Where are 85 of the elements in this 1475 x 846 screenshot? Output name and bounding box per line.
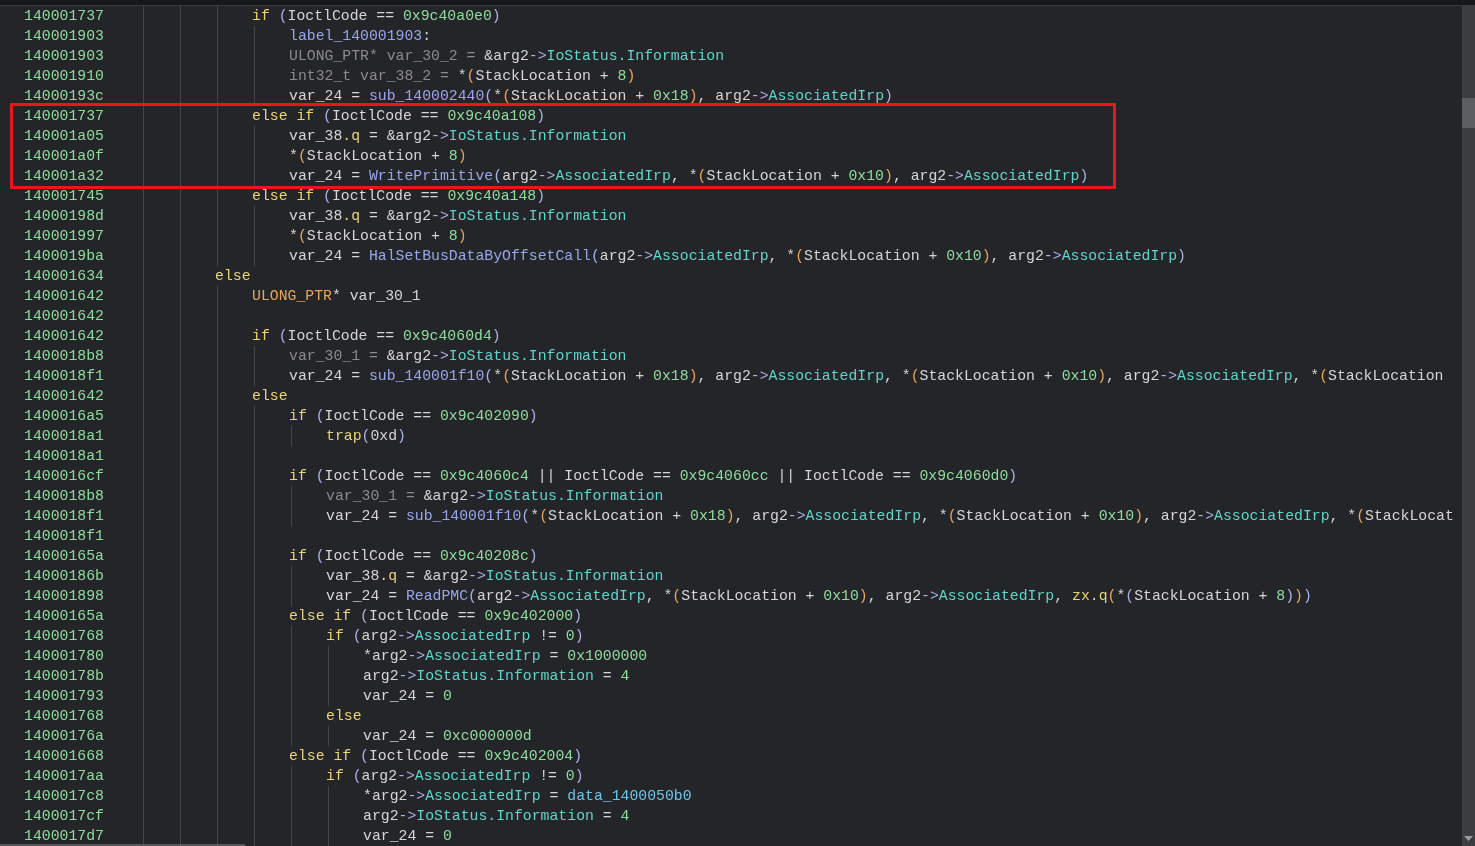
line-address: 140001737 — [23, 8, 105, 24]
code-line: *(StackLocation + 8) — [289, 227, 467, 246]
line-address: 140001745 — [23, 188, 105, 204]
line-address: 1400017d7 — [23, 828, 105, 844]
code-line: if (IoctlCode == 0x9c40a0e0) — [252, 7, 501, 26]
line-address: 14000193c — [23, 88, 105, 104]
line-address: 140001768 — [23, 628, 105, 644]
scrollbar-thumb[interactable] — [1462, 98, 1475, 128]
line-address: 1400016cf — [23, 468, 105, 484]
code-line: *(StackLocation + 8) — [289, 147, 467, 166]
code-line: var_24 = 0xc000000d — [363, 727, 532, 746]
code-line: if (IoctlCode == 0x9c40208c) — [289, 547, 538, 566]
code-line: else if (IoctlCode == 0x9c40a108) — [252, 107, 546, 126]
code-line: else if (IoctlCode == 0x9c40a148) — [252, 187, 546, 206]
code-line: if (arg2->AssociatedIrp != 0) — [326, 767, 584, 786]
code-line: if (arg2->AssociatedIrp != 0) — [326, 627, 584, 646]
line-address: 14000165a — [23, 548, 105, 564]
code-line: int32_t var_38_2 = *(StackLocation + 8) — [289, 67, 636, 86]
line-address: 1400019ba — [23, 248, 105, 264]
code-line: ULONG_PTR* var_30_2 = &arg2->IoStatus.Information — [289, 47, 725, 66]
line-address: 140001642 — [23, 328, 105, 344]
code-line: label_140001903: — [289, 27, 432, 46]
code-line: else if (IoctlCode == 0x9c402000) — [289, 607, 583, 626]
code-line: if (IoctlCode == 0x9c4060c4 || IoctlCode == 0x9c4060cc || IoctlCode == 0x9c4060d0) — [289, 467, 1018, 486]
line-address: 1400018f1 — [23, 508, 105, 524]
line-address: 14000165a — [23, 608, 105, 624]
line-address: 140001642 — [23, 308, 105, 324]
line-address: 140001737 — [23, 108, 105, 124]
code-line: var_24 = HalSetBusDataByOffsetCall(arg2->AssociatedIrp, *(StackLocation + 0x10), arg2->AssociatedIrp) — [289, 247, 1186, 266]
code-line: else if (IoctlCode == 0x9c402004) — [289, 747, 583, 766]
code-line: var_38.q = &arg2->IoStatus.Information — [289, 207, 627, 226]
code-line: arg2->IoStatus.Information = 4 — [363, 667, 630, 686]
line-address: 140001634 — [23, 268, 105, 284]
line-address: 1400018f1 — [23, 368, 105, 384]
line-address: 140001903 — [23, 28, 105, 44]
line-address: 140001997 — [23, 228, 105, 244]
code-line: *arg2->AssociatedIrp = 0x1000000 — [363, 647, 648, 666]
code-line: if (IoctlCode == 0x9c402090) — [289, 407, 538, 426]
code-line: else — [252, 387, 288, 406]
code-line: if (IoctlCode == 0x9c4060d4) — [252, 327, 501, 346]
line-address: 140001793 — [23, 688, 105, 704]
line-address: 140001a05 — [23, 128, 105, 144]
line-address: 14000198d — [23, 208, 105, 224]
scroll-down-arrow-icon[interactable] — [1464, 836, 1473, 841]
line-address: 140001768 — [23, 708, 105, 724]
code-line: else — [215, 267, 251, 286]
code-line: var_24 = 0 — [363, 687, 452, 706]
line-address: 14000176a — [23, 728, 105, 744]
code-line: var_24 = sub_140001f10(*(StackLocation + 0x18), arg2->AssociatedIrp, *(StackLocation + 0x10), arg2->AssociatedIrp, *(StackLocation — [289, 367, 1444, 386]
line-address: 1400017aa — [23, 768, 105, 784]
line-address: 140001642 — [23, 288, 105, 304]
code-line: var_24 = 0 — [363, 827, 452, 846]
code-line: var_24 = sub_140002440(*(StackLocation + 0x18), arg2->AssociatedIrp) — [289, 87, 893, 106]
line-address: 140001898 — [23, 588, 105, 604]
horizontal-scrollbar[interactable] — [0, 844, 245, 846]
line-address: 1400017c8 — [23, 788, 105, 804]
line-address: 14000186b — [23, 568, 105, 584]
line-address: 1400018f1 — [23, 528, 105, 544]
code-line: var_24 = ReadPMC(arg2->AssociatedIrp, *(StackLocation + 0x10), arg2->AssociatedIrp, zx.q(*(StackLocation + 8))) — [326, 587, 1312, 606]
code-line: arg2->IoStatus.Information = 4 — [363, 807, 630, 826]
code-line: else — [326, 707, 362, 726]
vertical-scrollbar[interactable] — [1462, 6, 1475, 846]
line-address: 1400018a1 — [23, 448, 105, 464]
line-address: 1400017cf — [23, 808, 105, 824]
line-address: 1400018b8 — [23, 488, 105, 504]
line-address: 1400018a1 — [23, 428, 105, 444]
line-address: 1400016a5 — [23, 408, 105, 424]
code-line: var_24 = sub_140001f10(*(StackLocation + 0x18), arg2->AssociatedIrp, *(StackLocation + 0x10), arg2->AssociatedIrp, *(StackLocat — [326, 507, 1454, 526]
code-line: var_30_1 = &arg2->IoStatus.Information — [289, 347, 627, 366]
code-line: var_30_1 = &arg2->IoStatus.Information — [326, 487, 664, 506]
code-line: ULONG_PTR* var_30_1 — [252, 287, 421, 306]
line-address: 140001a32 — [23, 168, 105, 184]
line-address: 140001903 — [23, 48, 105, 64]
code-line: var_38.q = &arg2->IoStatus.Information — [289, 127, 627, 146]
code-line: var_24 = WritePrimitive(arg2->AssociatedIrp, *(StackLocation + 0x10), arg2->AssociatedIrp) — [289, 167, 1089, 186]
line-address: 140001780 — [23, 648, 105, 664]
line-address: 140001642 — [23, 388, 105, 404]
line-address: 140001a0f — [23, 148, 105, 164]
code-line: *arg2->AssociatedIrp = data_1400050b0 — [363, 787, 692, 806]
code-line: var_38.q = &arg2->IoStatus.Information — [326, 567, 664, 586]
line-address: 1400018b8 — [23, 348, 105, 364]
line-address: 140001668 — [23, 748, 105, 764]
line-address: 140001910 — [23, 68, 105, 84]
code-line: trap(0xd) — [326, 427, 406, 446]
line-address: 14000178b — [23, 668, 105, 684]
